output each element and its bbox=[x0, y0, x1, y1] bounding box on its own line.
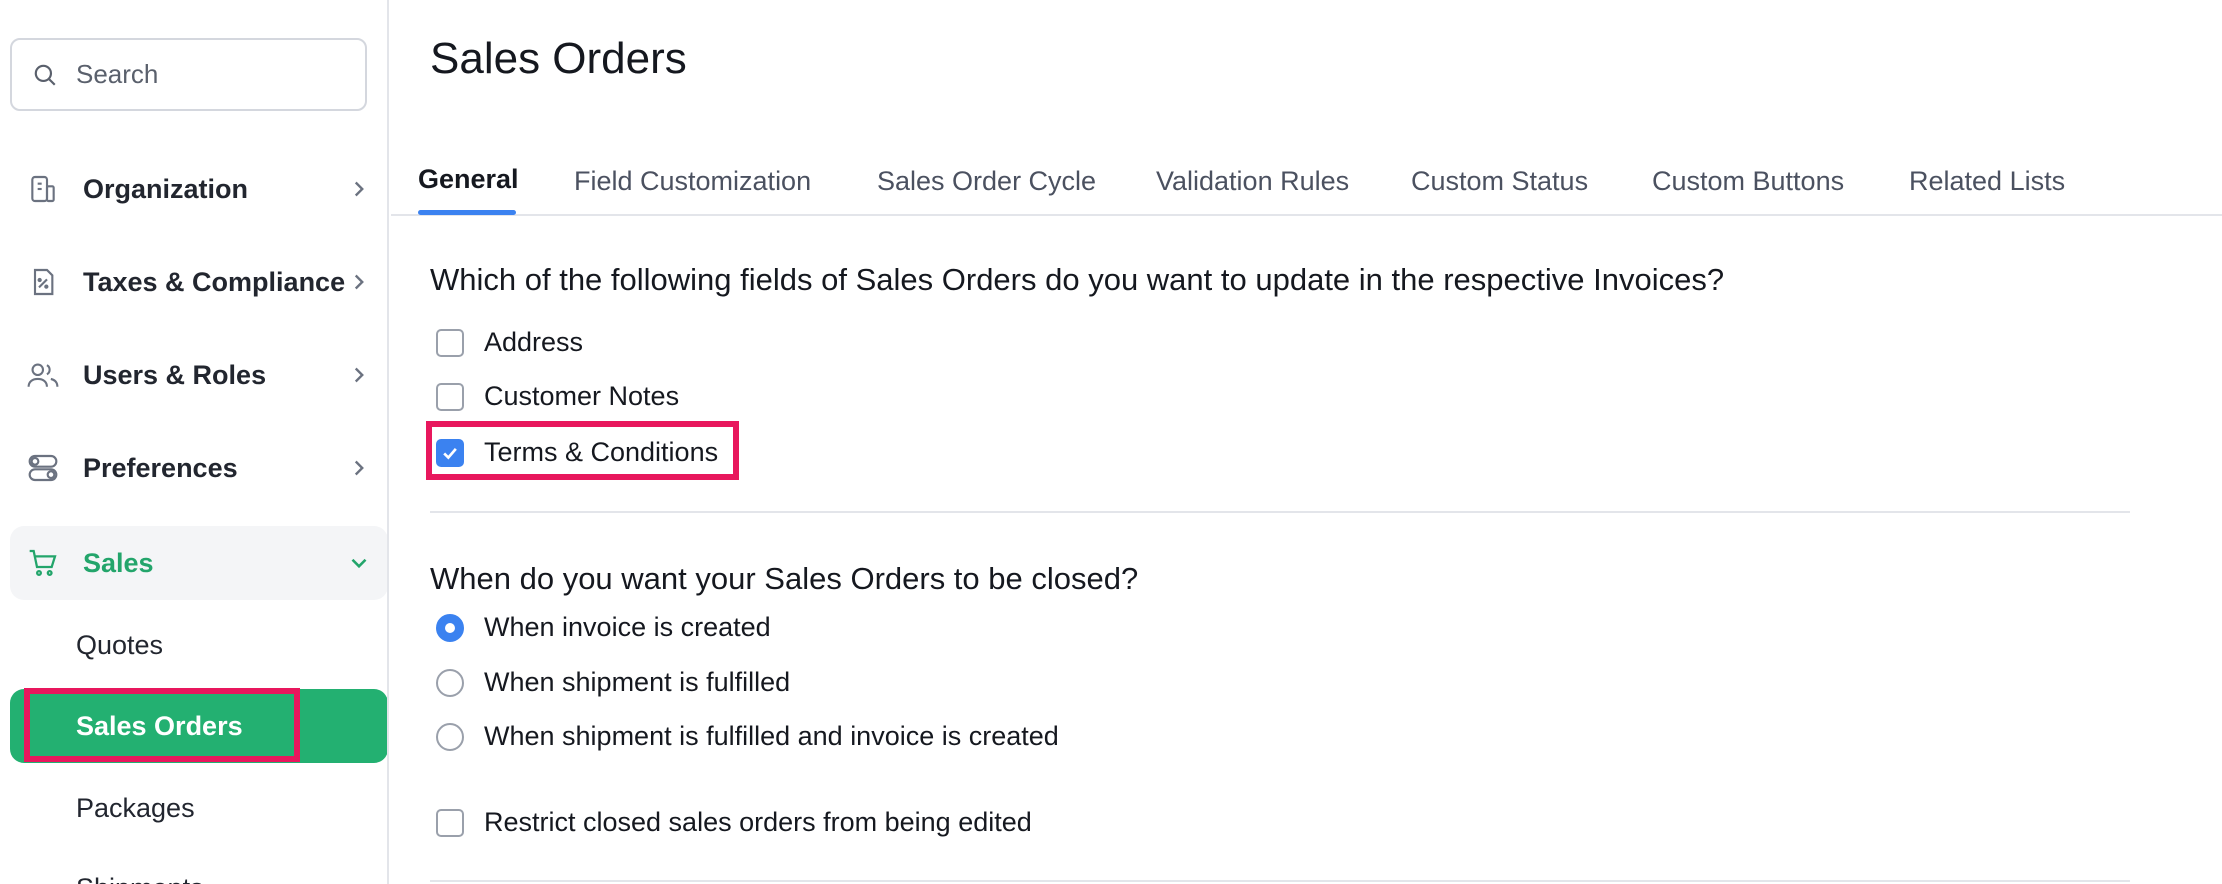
main-content: Sales Orders General Field Customization… bbox=[391, 0, 2222, 884]
users-icon bbox=[25, 357, 61, 393]
close-on-shipment-radio[interactable] bbox=[436, 668, 464, 697]
tab-custom-buttons[interactable]: Custom Buttons bbox=[1652, 166, 1844, 197]
close-on-both-radio[interactable] bbox=[436, 722, 464, 751]
page-title: Sales Orders bbox=[430, 34, 687, 83]
building-icon bbox=[25, 171, 61, 207]
sidebar-subitem-packages[interactable]: Packages bbox=[10, 771, 387, 845]
tab-related-lists[interactable]: Related Lists bbox=[1909, 166, 2065, 197]
close-on-invoice-radio[interactable] bbox=[436, 613, 464, 642]
customer-notes-label: Customer Notes bbox=[484, 381, 680, 411]
customer-notes-checkbox[interactable] bbox=[436, 382, 464, 411]
search-icon bbox=[34, 64, 56, 86]
close-condition-question: When do you want your Sales Orders to be… bbox=[430, 561, 1139, 596]
customer-notes-checkbox-option[interactable]: Customer Notes bbox=[436, 381, 679, 412]
tab-validation-rules[interactable]: Validation Rules bbox=[1156, 166, 1349, 197]
address-label: Address bbox=[484, 327, 584, 357]
close-on-shipment-label: When shipment is fulfilled bbox=[484, 667, 791, 697]
terms-conditions-checkbox-option[interactable]: Terms & Conditions bbox=[436, 437, 718, 468]
tab-custom-status[interactable]: Custom Status bbox=[1411, 166, 1588, 197]
checkmark-icon bbox=[443, 447, 457, 460]
sidebar-subitem-sales-orders[interactable]: Sales Orders bbox=[10, 689, 387, 763]
search-box[interactable] bbox=[10, 38, 367, 111]
restrict-edit-checkbox[interactable] bbox=[436, 808, 464, 837]
address-checkbox-option[interactable]: Address bbox=[436, 327, 583, 358]
close-on-both-label: When shipment is fulfilled and invoice i… bbox=[484, 721, 1059, 751]
sidebar-subitem-label: Packages bbox=[76, 792, 195, 823]
sidebar-item-taxes[interactable]: Taxes & Compliance bbox=[10, 245, 387, 319]
sidebar-subitem-label: Shipments bbox=[76, 873, 204, 884]
close-on-both-radio-option[interactable]: When shipment is fulfilled and invoice i… bbox=[436, 721, 1059, 752]
restrict-edit-checkbox-option[interactable]: Restrict closed sales orders from being … bbox=[436, 807, 1032, 838]
section-divider bbox=[430, 511, 2130, 513]
search-input[interactable] bbox=[76, 59, 336, 90]
sidebar-item-label: Organization bbox=[83, 173, 249, 204]
sidebar-item-label: Sales bbox=[83, 547, 154, 578]
tab-sales-order-cycle[interactable]: Sales Order Cycle bbox=[877, 166, 1096, 197]
chevron-right-icon bbox=[354, 274, 364, 290]
active-tab-indicator bbox=[418, 210, 516, 215]
terms-conditions-checkbox[interactable] bbox=[436, 438, 464, 467]
tax-document-icon bbox=[25, 264, 61, 300]
tab-general[interactable]: General bbox=[418, 164, 519, 195]
sidebar-subitem-quotes[interactable]: Quotes bbox=[10, 608, 387, 682]
address-checkbox[interactable] bbox=[436, 328, 464, 357]
close-on-invoice-radio-option[interactable]: When invoice is created bbox=[436, 612, 771, 643]
chevron-right-icon bbox=[354, 460, 364, 476]
settings-tabs: General Field Customization Sales Order … bbox=[391, 152, 2222, 216]
tab-field-customization[interactable]: Field Customization bbox=[574, 166, 811, 197]
sidebar-subitem-shipments[interactable]: Shipments bbox=[10, 851, 387, 884]
sidebar-subitem-label: Quotes bbox=[76, 629, 164, 660]
sidebar-item-sales[interactable]: Sales bbox=[10, 526, 387, 600]
app-window: Organization Taxes & Compliance Users & … bbox=[0, 0, 2222, 884]
sidebar-item-users-roles[interactable]: Users & Roles bbox=[10, 338, 387, 412]
cart-icon bbox=[25, 545, 61, 581]
sidebar-item-label: Taxes & Compliance bbox=[83, 266, 346, 297]
chevron-right-icon bbox=[354, 181, 364, 197]
section-divider bbox=[430, 880, 2130, 882]
close-on-shipment-radio-option[interactable]: When shipment is fulfilled bbox=[436, 667, 790, 698]
sidebar-subitem-label: Sales Orders bbox=[76, 710, 243, 741]
sidebar-item-label: Preferences bbox=[83, 452, 238, 483]
restrict-edit-label: Restrict closed sales orders from being … bbox=[484, 807, 1032, 837]
chevron-right-icon bbox=[354, 367, 364, 383]
sidebar-item-preferences[interactable]: Preferences bbox=[10, 431, 387, 505]
sidebar-item-organization[interactable]: Organization bbox=[10, 152, 387, 226]
chevron-down-icon bbox=[351, 558, 367, 569]
close-on-invoice-label: When invoice is created bbox=[484, 612, 771, 642]
settings-sidebar: Organization Taxes & Compliance Users & … bbox=[0, 0, 389, 884]
toggles-icon bbox=[25, 450, 61, 486]
invoice-fields-question: Which of the following fields of Sales O… bbox=[430, 262, 1725, 297]
sidebar-item-label: Users & Roles bbox=[83, 359, 267, 390]
terms-conditions-label: Terms & Conditions bbox=[484, 437, 719, 467]
radio-dot bbox=[445, 622, 455, 633]
